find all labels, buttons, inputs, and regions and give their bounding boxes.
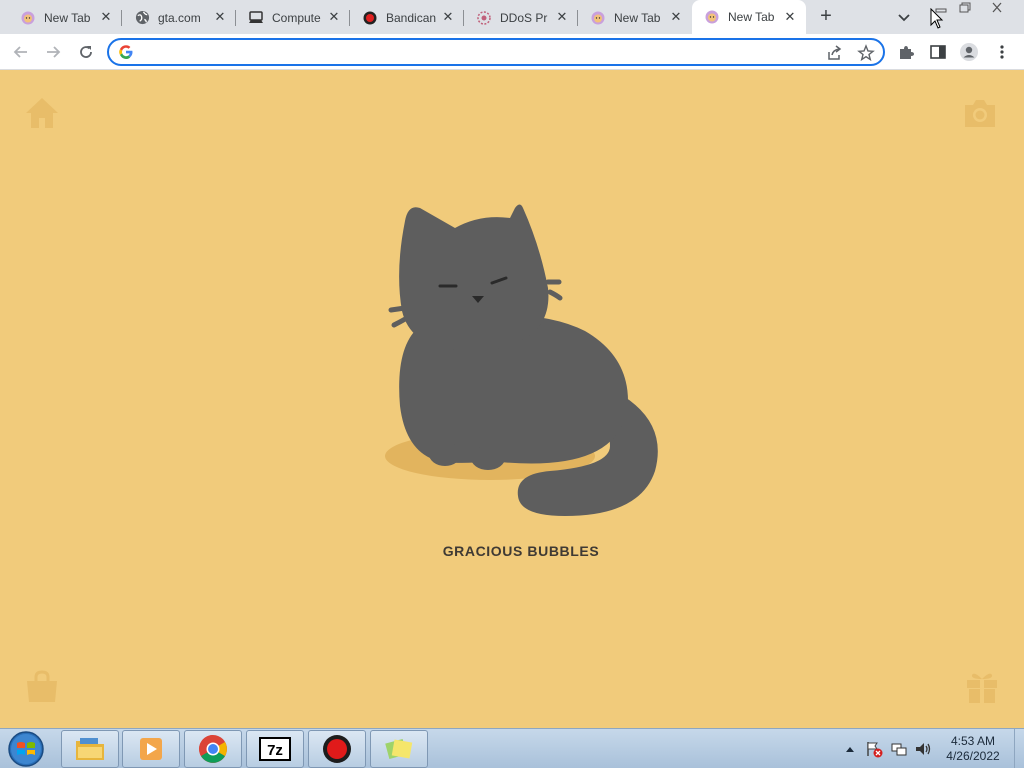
tray-overflow-chevron-icon[interactable] <box>843 733 857 765</box>
bandicam-icon[interactable] <box>308 730 366 768</box>
address-input[interactable] <box>141 43 801 61</box>
tab-strip: New Tab ✕ gta.com ✕ Compute ✕ Bandican ✕… <box>0 0 1024 34</box>
tab-close-icon[interactable]: ✕ <box>98 9 114 25</box>
menu-kebab-icon[interactable] <box>992 42 1012 62</box>
windows-taskbar: 7z 4:53 AM 4/26/2022 <box>0 728 1024 768</box>
ddos-icon <box>476 10 492 26</box>
shopping-bag-icon[interactable] <box>24 669 60 705</box>
new-tab-page: GRACIOUS BUBBLES <box>0 71 1024 728</box>
bandicam-record-icon <box>362 10 378 26</box>
cat-face-icon <box>704 9 720 25</box>
gift-icon[interactable] <box>964 669 1000 705</box>
tab-close-icon[interactable]: ✕ <box>440 9 456 25</box>
reload-button[interactable] <box>76 42 96 62</box>
network-icon[interactable] <box>889 733 909 765</box>
tab-gta[interactable]: gta.com ✕ <box>122 3 236 32</box>
tab-new-tab-2[interactable]: New Tab ✕ <box>578 3 692 32</box>
tab-title: New Tab <box>614 10 661 25</box>
show-desktop-button[interactable] <box>1014 729 1024 768</box>
home-icon[interactable] <box>24 95 60 131</box>
7zip-icon[interactable]: 7z <box>246 730 304 768</box>
tab-close-icon[interactable]: ✕ <box>668 9 684 25</box>
camera-icon[interactable] <box>962 95 998 131</box>
clock-date: 4/26/2022 <box>946 749 1000 763</box>
svg-text:7z: 7z <box>267 742 283 759</box>
tab-title: gta.com <box>158 10 201 25</box>
cat-face-icon <box>20 10 36 26</box>
media-player-icon[interactable] <box>122 730 180 768</box>
chrome-icon[interactable] <box>184 730 242 768</box>
file-explorer-icon[interactable] <box>61 730 119 768</box>
tab-ddos[interactable]: DDoS Pr ✕ <box>464 3 578 32</box>
tab-title: DDoS Pr <box>500 10 548 25</box>
cat-illustration <box>385 204 658 516</box>
browser-toolbar <box>0 34 1024 70</box>
forward-button[interactable] <box>43 42 63 62</box>
action-center-flag-icon[interactable] <box>864 733 884 765</box>
tab-search-chevron-icon[interactable] <box>896 9 912 25</box>
share-icon[interactable] <box>825 44 843 62</box>
tab-title: New Tab <box>728 10 775 24</box>
start-orb-icon[interactable] <box>6 730 46 768</box>
tab-title: Bandican <box>386 10 437 25</box>
sticky-notes-icon[interactable] <box>370 730 428 768</box>
tab-bandicam[interactable]: Bandican ✕ <box>350 3 464 32</box>
globe-icon <box>134 10 150 26</box>
profile-avatar-icon[interactable] <box>959 42 979 62</box>
address-bar[interactable] <box>107 38 885 66</box>
tab-close-icon[interactable]: ✕ <box>212 9 228 25</box>
maximize-button[interactable] <box>952 0 978 16</box>
extensions-puzzle-icon[interactable] <box>896 42 916 62</box>
side-panel-icon[interactable] <box>928 42 948 62</box>
bookmark-star-icon[interactable] <box>857 44 875 62</box>
close-window-button[interactable] <box>984 0 1010 16</box>
computer-icon <box>248 10 264 26</box>
mouse-cursor-icon <box>930 7 944 30</box>
new-tab-button[interactable]: + <box>815 6 837 28</box>
tab-close-icon[interactable]: ✕ <box>554 9 570 25</box>
system-clock[interactable]: 4:53 AM 4/26/2022 <box>938 734 1008 764</box>
tab-new-tab-active[interactable]: New Tab ✕ <box>692 0 806 34</box>
cat-name-label: GRACIOUS BUBBLES <box>442 543 600 559</box>
volume-icon[interactable] <box>913 733 933 765</box>
tab-close-icon[interactable]: ✕ <box>326 9 342 25</box>
clock-time: 4:53 AM <box>950 734 996 748</box>
tab-title: Compute <box>272 10 321 25</box>
tab-computer[interactable]: Compute ✕ <box>236 3 350 32</box>
tab-title: New Tab <box>44 10 91 25</box>
cat-face-icon <box>590 10 606 26</box>
back-button[interactable] <box>11 42 31 62</box>
tab-close-icon[interactable]: ✕ <box>782 9 798 25</box>
google-g-icon <box>118 44 134 60</box>
tab-new-tab-1[interactable]: New Tab ✕ <box>8 3 122 32</box>
